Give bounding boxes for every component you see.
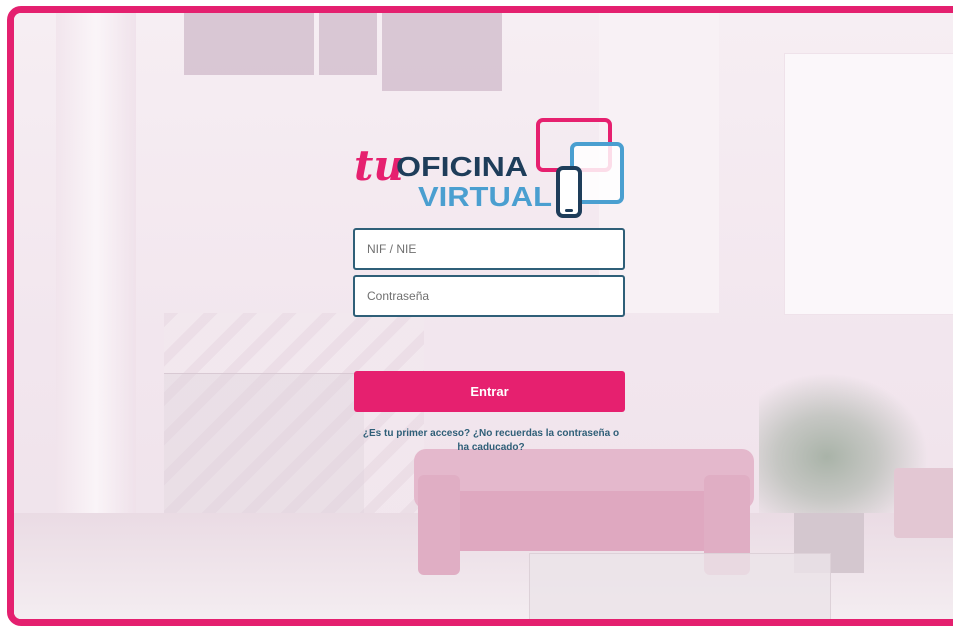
password-input[interactable] — [353, 275, 625, 317]
login-button[interactable]: Entrar — [354, 371, 625, 412]
forgot-password-link[interactable]: ¿No recuerdas la contraseña o ha caducad… — [457, 428, 619, 453]
login-page: tu OFICINA VIRTUAL Entrar ¿Es tu primer … — [0, 0, 953, 630]
nif-nie-input[interactable] — [353, 228, 625, 270]
logo-word-oficina: OFICINA — [396, 151, 528, 182]
tu-oficina-virtual-logo: tu OFICINA VIRTUAL — [352, 116, 632, 222]
help-links: ¿Es tu primer acceso? ¿No recuerdas la c… — [360, 427, 622, 455]
first-access-link[interactable]: ¿Es tu primer acceso? — [363, 428, 470, 439]
logo-word-virtual: VIRTUAL — [418, 181, 552, 212]
